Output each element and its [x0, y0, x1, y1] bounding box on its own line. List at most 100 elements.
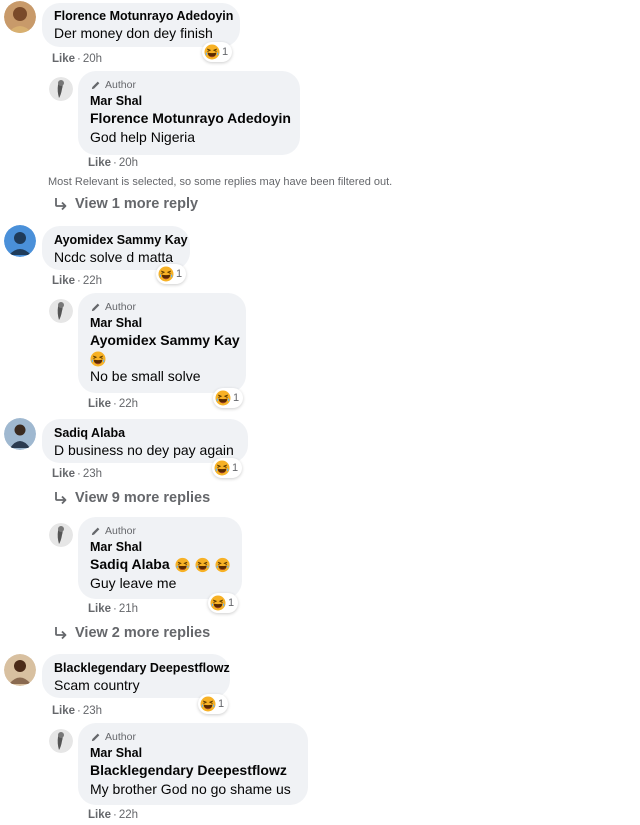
reply-text: No be small solve	[90, 368, 201, 384]
filter-note: Most Relevant is selected, so some repli…	[48, 176, 393, 188]
laughing-emoji-icon	[195, 557, 210, 573]
reply-author[interactable]: Mar Shal	[90, 93, 288, 109]
view-more-label: View 9 more replies	[75, 490, 211, 506]
timestamp[interactable]: 23h	[83, 705, 102, 717]
comment-author[interactable]: Florence Motunrayo Adedoyin	[54, 8, 233, 24]
like-button[interactable]: Like	[88, 809, 111, 821]
author-badge-label: Author	[105, 301, 136, 313]
comment-text: D business no dey pay again	[54, 442, 234, 458]
comment-meta: Like · 23h	[52, 468, 103, 480]
mention-name: Sadiq Alaba	[90, 556, 170, 572]
like-button[interactable]: Like	[88, 603, 111, 615]
laughing-emoji-icon	[215, 390, 231, 406]
view-more-label: View 2 more replies	[75, 625, 211, 641]
pencil-icon	[90, 732, 101, 743]
view-more-replies[interactable]: View 2 more replies	[53, 625, 210, 641]
reaction-count[interactable]: 1	[156, 264, 187, 284]
laughing-emoji-icon	[204, 44, 220, 60]
mention-name: Ayomidex Sammy Kay	[90, 332, 240, 348]
reply-author[interactable]: Mar Shal	[90, 745, 296, 761]
comment-author[interactable]: Ayomidex Sammy Kay	[54, 232, 188, 248]
laughing-emoji-icon	[158, 266, 174, 282]
reply-arrow-icon	[53, 196, 69, 212]
like-button[interactable]: Like	[52, 468, 75, 480]
comment-text: Ncdc solve d matta	[54, 249, 174, 265]
timestamp[interactable]: 22h	[83, 275, 102, 287]
author-badge-label: Author	[105, 525, 136, 537]
avatar[interactable]	[49, 729, 73, 753]
avatar[interactable]	[4, 654, 36, 686]
mention-link[interactable]: Ayomidex Sammy Kay	[90, 331, 240, 350]
reaction-count[interactable]: 1	[208, 593, 239, 613]
like-button[interactable]: Like	[52, 53, 75, 65]
like-button[interactable]: Like	[88, 398, 111, 410]
author-badge: Author	[90, 523, 230, 539]
reply-arrow-icon	[53, 490, 69, 506]
author-badge: Author	[90, 729, 296, 745]
pencil-icon	[90, 526, 101, 537]
reply-author[interactable]: Mar Shal	[90, 315, 234, 331]
laughing-emoji-icon	[215, 557, 230, 573]
reply-text: My brother God no go shame us	[90, 781, 291, 797]
comment-author[interactable]: Blacklegendary Deepestflowz	[54, 660, 230, 676]
timestamp[interactable]: 22h	[119, 398, 138, 410]
mention-name: Blacklegendary Deepestflowz	[90, 762, 287, 778]
view-more-label: View 1 more reply	[75, 196, 199, 212]
reaction-count-value: 1	[232, 462, 239, 474]
comment-author[interactable]: Sadiq Alaba	[54, 425, 236, 441]
timestamp[interactable]: 21h	[119, 603, 138, 615]
reaction-count[interactable]: 1	[212, 458, 243, 478]
comment-text: Der money don dey finish	[54, 25, 213, 41]
avatar[interactable]	[4, 225, 36, 257]
mention-link[interactable]: Blacklegendary Deepestflowz	[90, 761, 296, 780]
author-badge: Author	[90, 77, 288, 93]
reaction-count[interactable]: 1	[213, 388, 244, 408]
author-badge-label: Author	[105, 731, 136, 743]
view-more-replies[interactable]: View 1 more reply	[53, 196, 198, 212]
like-button[interactable]: Like	[52, 705, 75, 717]
reply-meta: Like · 22h	[88, 398, 139, 410]
mention-link[interactable]: Sadiq Alaba	[90, 555, 230, 574]
reply-bubble: Author Mar Shal Ayomidex Sammy Kay No be…	[78, 293, 246, 393]
reply-bubble: Author Mar Shal Blacklegendary Deepestfl…	[78, 723, 308, 805]
timestamp[interactable]: 22h	[119, 809, 138, 821]
emoji-line	[90, 350, 234, 367]
reply-bubble: Author Mar Shal Sadiq Alaba Guy leave me	[78, 517, 242, 599]
laughing-emoji-icon	[210, 595, 226, 611]
reply-meta: Like · 20h	[88, 157, 139, 169]
mention-link[interactable]: Florence Motunrayo Adedoyin	[90, 109, 291, 128]
reaction-count-value: 1	[176, 268, 183, 280]
comment-bubble: Florence Motunrayo Adedoyin Der money do…	[42, 3, 240, 47]
timestamp[interactable]: 20h	[119, 157, 138, 169]
laughing-emoji-icon	[175, 557, 190, 573]
like-button[interactable]: Like	[52, 275, 75, 287]
comment-bubble: Blacklegendary Deepestflowz Scam country	[42, 654, 230, 698]
avatar[interactable]	[49, 299, 73, 323]
avatar[interactable]	[49, 77, 73, 101]
reply-author[interactable]: Mar Shal	[90, 539, 230, 555]
laughing-emoji-icon	[90, 351, 106, 367]
avatar[interactable]	[49, 523, 73, 547]
reaction-count-value: 1	[218, 698, 225, 710]
like-button[interactable]: Like	[88, 157, 111, 169]
timestamp[interactable]: 20h	[83, 53, 102, 65]
view-more-replies[interactable]: View 9 more replies	[53, 490, 210, 506]
timestamp[interactable]: 23h	[83, 468, 102, 480]
reaction-count-value: 1	[228, 597, 235, 609]
avatar[interactable]	[4, 1, 36, 33]
author-badge-label: Author	[105, 79, 136, 91]
reply-arrow-icon	[53, 625, 69, 641]
pencil-icon	[90, 80, 101, 91]
reaction-count[interactable]: 1	[202, 42, 233, 62]
author-badge: Author	[90, 299, 234, 315]
laughing-emoji-icon	[200, 696, 216, 712]
laughing-emoji-icon	[214, 460, 230, 476]
comment-bubble: Sadiq Alaba D business no dey pay again	[42, 419, 248, 463]
reaction-count-value: 1	[222, 46, 229, 58]
reply-text: Guy leave me	[90, 575, 177, 591]
reply-meta: Like · 22h	[88, 809, 139, 821]
comment-meta: Like · 23h	[52, 705, 103, 717]
pencil-icon	[90, 302, 101, 313]
reaction-count[interactable]: 1	[198, 694, 229, 714]
avatar[interactable]	[4, 418, 36, 450]
